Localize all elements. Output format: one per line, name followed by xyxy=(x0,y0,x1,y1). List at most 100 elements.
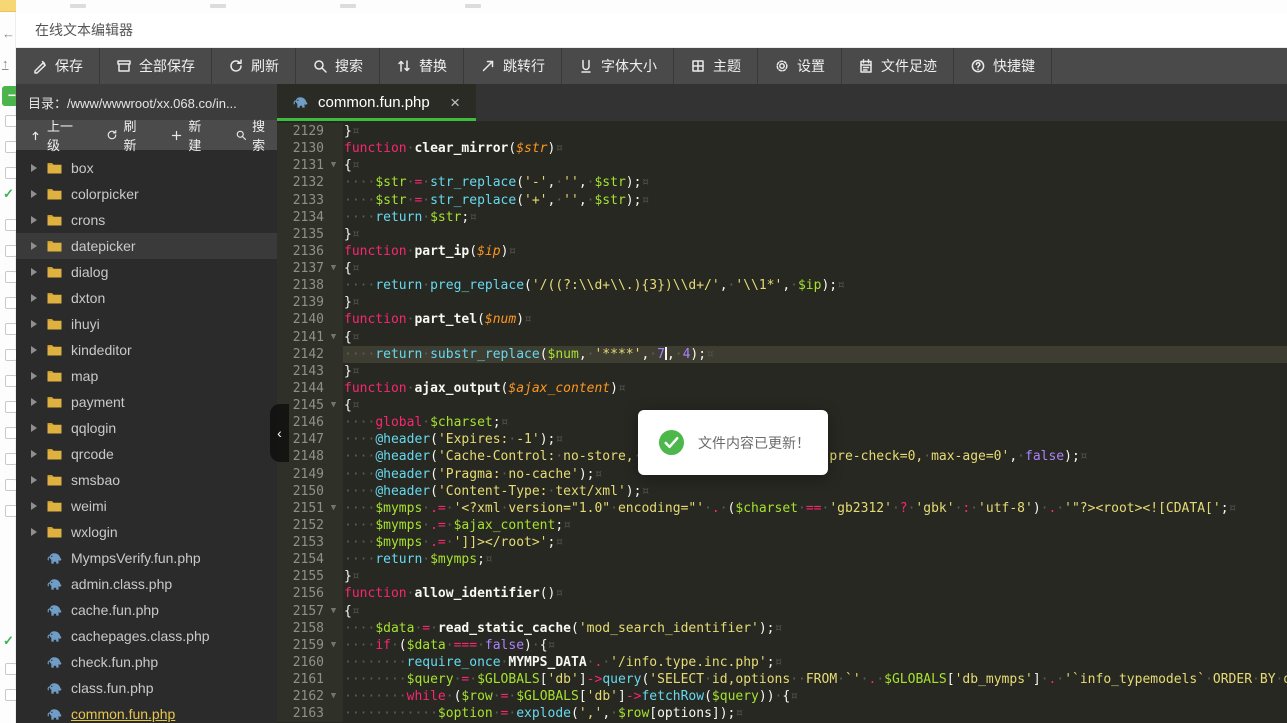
tree-folder-dxton[interactable]: dxton xyxy=(16,285,277,311)
toolbar-button-refresh[interactable]: 刷新 xyxy=(212,48,296,84)
tree-folder-qrcode[interactable]: qrcode xyxy=(16,441,277,467)
line-number[interactable]: 2143 xyxy=(277,363,324,380)
background-icon-fragment xyxy=(210,4,226,8)
expand-arrow-icon[interactable] xyxy=(31,424,37,432)
tree-folder-kindeditor[interactable]: kindeditor xyxy=(16,337,277,363)
back-arrow-icon[interactable]: ← xyxy=(2,26,15,41)
tree-file-common.fun.php[interactable]: common.fun.php xyxy=(16,701,277,723)
tree-file-check.fun.php[interactable]: check.fun.php xyxy=(16,649,277,675)
fold-widget-icon[interactable]: ▼ xyxy=(324,397,343,414)
line-number[interactable]: 2163 xyxy=(277,705,324,722)
line-number[interactable]: 2155 xyxy=(277,568,324,585)
line-number[interactable]: 2161 xyxy=(277,671,324,688)
sidebar-action-new[interactable]: 新建 xyxy=(170,116,213,154)
tree-folder-box[interactable]: box xyxy=(16,155,277,181)
fold-widget-icon[interactable]: ▼ xyxy=(324,157,343,174)
tree-file-admin.class.php[interactable]: admin.class.php xyxy=(16,571,277,597)
fold-widget-icon[interactable]: ▼ xyxy=(324,500,343,517)
fold-widget-icon[interactable]: ▼ xyxy=(324,603,343,620)
expand-arrow-icon[interactable] xyxy=(31,476,37,484)
line-number[interactable]: 2138 xyxy=(277,277,324,294)
line-number[interactable]: 2159 xyxy=(277,637,324,654)
fold-widget-icon[interactable]: ▼ xyxy=(324,688,343,705)
line-number[interactable]: 2154 xyxy=(277,551,324,568)
sidebar-action-search[interactable]: 搜索 xyxy=(235,116,277,154)
tree-folder-crons[interactable]: crons xyxy=(16,207,277,233)
toolbar-button-file-history[interactable]: 文件足迹 xyxy=(842,48,954,84)
line-number[interactable]: 2157 xyxy=(277,603,324,620)
tree-folder-map[interactable]: map xyxy=(16,363,277,389)
toolbar-button-search[interactable]: 搜索 xyxy=(296,48,380,84)
line-number[interactable]: 2132 xyxy=(277,174,324,191)
toolbar-button-settings[interactable]: 设置 xyxy=(758,48,842,84)
expand-arrow-icon[interactable] xyxy=(31,190,37,198)
code-text: function·part_tel($num)¤ xyxy=(343,311,1287,328)
line-number[interactable]: 2136 xyxy=(277,243,324,260)
tree-file-MympsVerify.fun.php[interactable]: MympsVerify.fun.php xyxy=(16,545,277,571)
tab-close-icon[interactable]: × xyxy=(446,92,464,113)
line-number[interactable]: 2131 xyxy=(277,157,324,174)
expand-arrow-icon[interactable] xyxy=(31,398,37,406)
line-number[interactable]: 2137 xyxy=(277,260,324,277)
checked-icon: ✓ xyxy=(3,633,14,649)
tree-file-cachepages.class.php[interactable]: cachepages.class.php xyxy=(16,623,277,649)
line-number[interactable]: 2160 xyxy=(277,654,324,671)
sidebar-action-refresh[interactable]: 刷新 xyxy=(106,116,148,154)
line-number[interactable]: 2158 xyxy=(277,620,324,637)
line-number[interactable]: 2151 xyxy=(277,500,324,517)
tree-folder-weimi[interactable]: weimi xyxy=(16,493,277,519)
code-line: 2151▼····$mymps·.=·'<?xml·version="1.0"·… xyxy=(277,500,1287,517)
line-number[interactable]: 2141 xyxy=(277,329,324,346)
line-number[interactable]: 2139 xyxy=(277,294,324,311)
upload-icon[interactable]: ↑ xyxy=(2,56,9,71)
tree-folder-colorpicker[interactable]: colorpicker xyxy=(16,181,277,207)
tree-file-cache.fun.php[interactable]: cache.fun.php xyxy=(16,597,277,623)
expand-arrow-icon[interactable] xyxy=(31,294,37,302)
tree-folder-qqlogin[interactable]: qqlogin xyxy=(16,415,277,441)
expand-arrow-icon[interactable] xyxy=(31,320,37,328)
tree-file-class.fun.php[interactable]: class.fun.php xyxy=(16,675,277,701)
expand-arrow-icon[interactable] xyxy=(31,216,37,224)
tree-folder-wxlogin[interactable]: wxlogin xyxy=(16,519,277,545)
tree-folder-datepicker[interactable]: datepicker xyxy=(16,233,277,259)
line-number[interactable]: 2153 xyxy=(277,534,324,551)
toolbar-button-replace[interactable]: 替换 xyxy=(380,48,464,84)
line-number[interactable]: 2135 xyxy=(277,226,324,243)
toolbar-button-shortcuts[interactable]: 快捷键 xyxy=(954,48,1052,84)
expand-arrow-icon[interactable] xyxy=(31,242,37,250)
toolbar-button-theme[interactable]: 主题 xyxy=(674,48,758,84)
line-number[interactable]: 2130 xyxy=(277,140,324,157)
fold-widget-icon[interactable]: ▼ xyxy=(324,637,343,654)
toolbar-button-font-size[interactable]: 字体大小 xyxy=(562,48,674,84)
tree-folder-payment[interactable]: payment xyxy=(16,389,277,415)
sidebar-action-up-level[interactable]: 上一级 xyxy=(29,116,84,154)
toolbar-button-save-all[interactable]: 全部保存 xyxy=(100,48,212,84)
line-number[interactable]: 2144 xyxy=(277,380,324,397)
line-number[interactable]: 2150 xyxy=(277,483,324,500)
expand-arrow-icon[interactable] xyxy=(31,528,37,536)
line-number[interactable]: 2140 xyxy=(277,311,324,328)
line-number[interactable]: 2142 xyxy=(277,346,324,363)
expand-arrow-icon[interactable] xyxy=(31,346,37,354)
line-number[interactable]: 2133 xyxy=(277,192,324,209)
toolbar-button-save[interactable]: 保存 xyxy=(16,48,100,84)
line-number[interactable]: 2156 xyxy=(277,585,324,602)
expand-arrow-icon[interactable] xyxy=(31,372,37,380)
tab-common.fun.php[interactable]: common.fun.php× xyxy=(277,84,476,121)
line-number[interactable]: 2152 xyxy=(277,517,324,534)
line-number[interactable]: 2129 xyxy=(277,123,324,140)
tree-folder-smsbao[interactable]: smsbao xyxy=(16,467,277,493)
expand-arrow-icon[interactable] xyxy=(31,502,37,510)
tree-folder-dialog[interactable]: dialog xyxy=(16,259,277,285)
fold-widget-icon[interactable]: ▼ xyxy=(324,260,343,277)
toolbar-button-goto-line[interactable]: 跳转行 xyxy=(464,48,562,84)
line-number[interactable]: 2149 xyxy=(277,466,324,483)
line-number[interactable]: 2134 xyxy=(277,209,324,226)
expand-arrow-icon[interactable] xyxy=(31,450,37,458)
fold-widget-icon[interactable]: ▼ xyxy=(324,329,343,346)
tree-folder-ihuyi[interactable]: ihuyi xyxy=(16,311,277,337)
collapse-sidebar-handle[interactable]: ‹ xyxy=(270,404,289,462)
expand-arrow-icon[interactable] xyxy=(31,164,37,172)
line-number[interactable]: 2162 xyxy=(277,688,324,705)
expand-arrow-icon[interactable] xyxy=(31,268,37,276)
